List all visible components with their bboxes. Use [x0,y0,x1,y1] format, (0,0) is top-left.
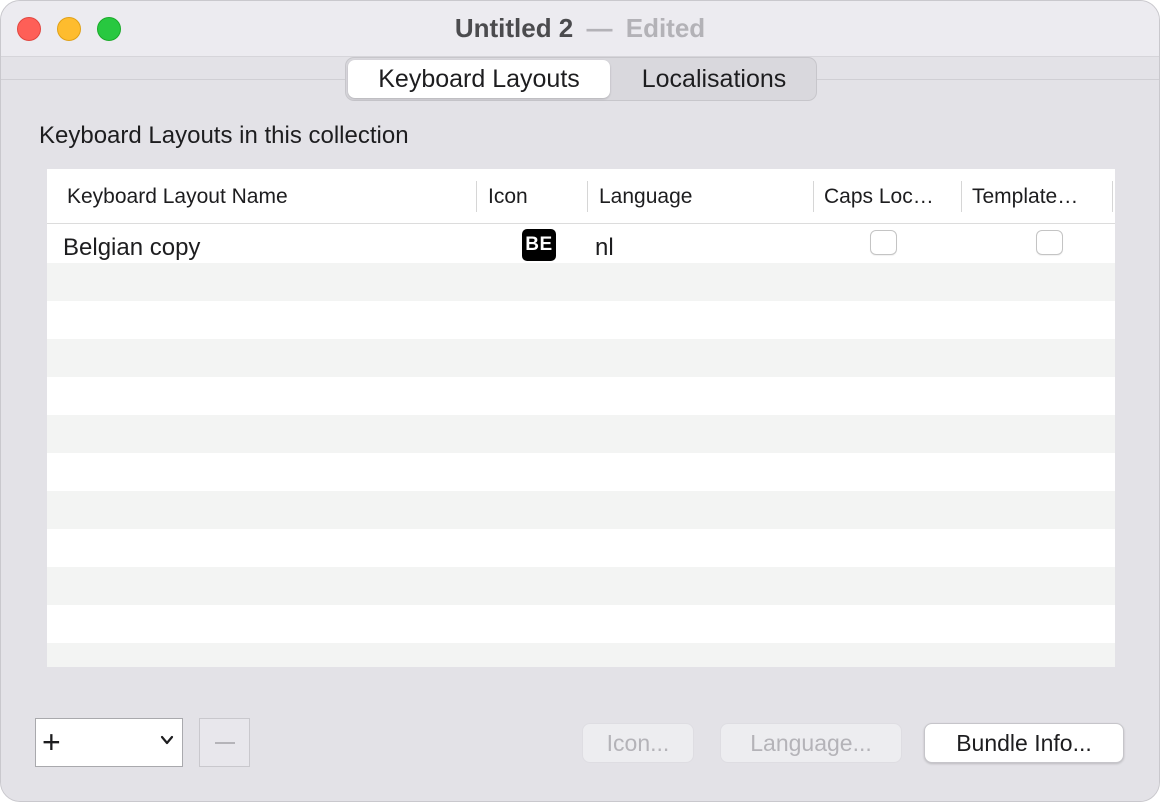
column-divider[interactable] [587,181,588,212]
column-divider[interactable] [961,181,962,212]
title-separator: — [586,13,613,43]
table-row[interactable] [47,225,1115,263]
column-header-template[interactable]: Template… [972,169,1108,224]
empty-row [47,643,1115,667]
column-header-caps-lock[interactable]: Caps Loc… [824,169,958,224]
app-window: Untitled 2 — Edited Keyboard Layouts Loc… [0,0,1160,802]
keyboard-layouts-table[interactable]: Keyboard Layout Name Icon Language Caps … [47,169,1115,667]
language-button[interactable]: Language... [720,723,902,763]
column-header-icon[interactable]: Icon [488,169,578,224]
empty-row [47,605,1115,643]
tab-keyboard-layouts[interactable]: Keyboard Layouts [348,60,610,98]
chevron-down-icon [160,735,174,745]
bundle-info-button[interactable]: Bundle Info... [924,723,1124,763]
empty-row [47,377,1115,415]
empty-row [47,567,1115,605]
language-cell[interactable]: nl [595,234,614,262]
empty-row [47,415,1115,453]
column-divider[interactable] [1112,181,1113,212]
empty-row [47,301,1115,339]
tab-localisations[interactable]: Localisations [612,60,816,98]
remove-layout-button[interactable] [199,718,250,767]
document-name: Untitled 2 [454,13,574,43]
tab-control: Keyboard Layouts Localisations [345,57,817,101]
window-title: Untitled 2 — Edited [1,13,1159,44]
caps-lock-checkbox[interactable] [870,230,897,255]
title-bar: Untitled 2 — Edited [1,1,1159,57]
minus-icon [215,742,235,744]
section-label: Keyboard Layouts in this collection [39,122,409,149]
layout-name-cell[interactable]: Belgian copy [63,234,200,262]
empty-row [47,491,1115,529]
icon-button[interactable]: Icon... [582,723,694,763]
column-header-language[interactable]: Language [599,169,809,224]
empty-row [47,453,1115,491]
template-checkbox[interactable] [1036,230,1063,255]
keyboard-layout-icon[interactable]: BE [522,229,556,261]
column-header-name[interactable]: Keyboard Layout Name [67,169,467,224]
plus-icon: + [42,724,61,760]
column-divider[interactable] [813,181,814,212]
edited-status: Edited [625,13,706,43]
add-layout-popup-button[interactable]: + [35,718,183,767]
column-divider[interactable] [476,181,477,212]
empty-row [47,339,1115,377]
empty-row [47,263,1115,301]
table-header: Keyboard Layout Name Icon Language Caps … [47,169,1115,224]
empty-row [47,529,1115,567]
